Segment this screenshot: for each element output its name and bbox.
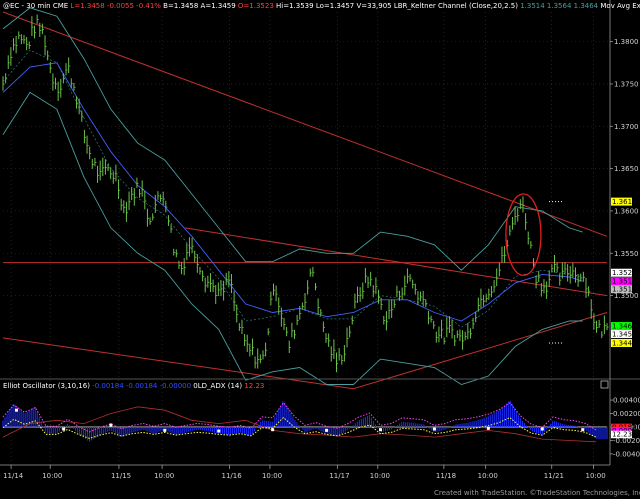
osc-marker-11 xyxy=(581,428,585,432)
osc-marker-4 xyxy=(217,429,221,433)
time-tick-label: 11/14 xyxy=(3,472,24,480)
osc-header-segment-5: 12.23 xyxy=(242,382,264,390)
osc-marker-3 xyxy=(163,428,167,432)
header-segment-13: 1.3564 xyxy=(545,2,572,10)
osc-marker-7 xyxy=(379,428,382,432)
header-segment-5: B=1.3458 xyxy=(161,2,198,10)
price-tag-label: 1.3458 xyxy=(612,331,637,339)
chart-header: @EC - 30 min CME L=1.3458 -0.0055 -0.41%… xyxy=(3,2,640,10)
osc-header-segment-0: Elliot Oscillator (3,10,16) xyxy=(3,382,90,390)
time-tick-label: 10:00 xyxy=(154,472,174,480)
time-tick-label: 10:00 xyxy=(478,472,498,480)
time-tick-label: 11/18 xyxy=(436,472,456,480)
time-tick-label: 11/21 xyxy=(544,472,564,480)
osc-tick-label: 0.00200 xyxy=(613,410,640,418)
time-tick-label: 10:00 xyxy=(586,472,606,480)
osc-marker-10 xyxy=(540,427,544,431)
time-tick-label: 11/16 xyxy=(222,472,243,480)
time-tick-label: 10:00 xyxy=(370,472,390,480)
osc-marker-9 xyxy=(486,426,490,430)
header-segment-8: Hi=1.3539 xyxy=(274,2,314,10)
osc-header-segment-4: 0LD_ADX (14) xyxy=(191,382,242,390)
price-tick-label: 1.3700 xyxy=(614,123,639,131)
header-segment-12: 1.3514 xyxy=(518,2,545,10)
header-segment-7: O=1.3523 xyxy=(236,2,274,10)
time-tick-label: 10:00 xyxy=(262,472,282,480)
header-segment-4: -0.41% xyxy=(134,2,161,10)
osc-marker-8 xyxy=(432,427,436,431)
osc-header-segment-1: -0.00184 xyxy=(90,382,124,390)
header-segment-15: Mov Avg Exponential (Close,34,0) xyxy=(598,2,640,10)
oscillator-header: Elliot Oscillator (3,10,16) -0.00184 -0.… xyxy=(3,382,264,390)
price-tag-label: 1.3517 xyxy=(612,278,637,286)
price-chart: 1.38001.37501.37001.36501.36001.35501.35… xyxy=(0,0,640,499)
osc-marker-5 xyxy=(271,428,275,432)
osc-marker-1 xyxy=(62,427,66,431)
price-tag-label: 1.3611 xyxy=(612,198,637,206)
header-segment-1: CME xyxy=(51,2,69,10)
price-tag-label: 1.3539 xyxy=(612,259,637,267)
price-tick-label: 1.3750 xyxy=(614,80,639,88)
price-tag-label: 1.3444 xyxy=(612,339,637,347)
header-segment-10: V=33,905 xyxy=(354,2,391,10)
header-segment-11: LBR_Keltner Channel (Close,20,2.5) xyxy=(392,2,519,10)
osc-header-segment-2: -0.00184 xyxy=(124,382,158,390)
price-tick-label: 1.3800 xyxy=(614,38,639,46)
osc-tag-label: 12.23 xyxy=(612,431,632,439)
osc-marker-6 xyxy=(325,428,329,432)
price-tick-label: 1.3650 xyxy=(614,165,639,173)
time-tick-label: 10:00 xyxy=(42,472,62,480)
price-tick-label: 1.3600 xyxy=(614,207,639,215)
price-tag-label: 1.3514 xyxy=(612,286,637,294)
header-segment-3: -0.0055 xyxy=(105,2,134,10)
osc-marker-2 xyxy=(109,423,113,427)
osc-marker-0 xyxy=(14,408,18,412)
osc-header-segment-3: -0.00000 xyxy=(157,382,191,390)
header-segment-14: 1.3464 xyxy=(571,2,598,10)
osc-tick-label: -0.00400 xyxy=(613,450,640,458)
osc-tick-label: 0.00400 xyxy=(613,397,640,405)
price-tag-label: 1.3527 xyxy=(612,269,637,277)
time-tick-label: 11/17 xyxy=(329,472,349,480)
header-segment-6: A=1.3459 xyxy=(198,2,235,10)
header-segment-2: L=1.3458 xyxy=(68,2,104,10)
header-segment-9: Lo=1.3457 xyxy=(314,2,355,10)
price-tag-label: 1.3464 xyxy=(612,323,637,331)
price-tick-label: 1.3550 xyxy=(614,250,639,258)
header-segment-0: @EC - 30 min xyxy=(3,2,51,10)
time-tick-label: 11/15 xyxy=(111,472,131,480)
credit-line: Created with TradeStation. ©TradeStation… xyxy=(434,489,640,497)
